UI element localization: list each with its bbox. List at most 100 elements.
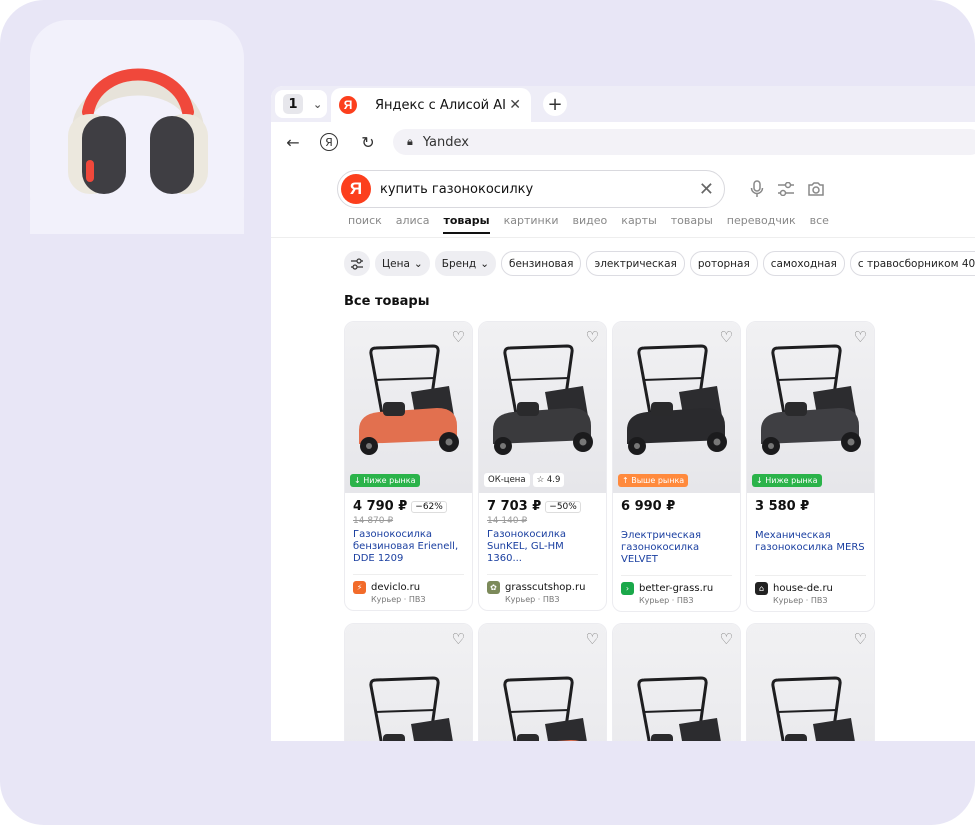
product-title[interactable]: Газонокосилка бензиновая Erienell, DDE 1…	[345, 526, 472, 568]
heart-icon[interactable]: ♡	[720, 328, 733, 346]
reload-icon[interactable]: ↻	[358, 132, 378, 152]
product-card[interactable]: ♡ ↑ Выше рынка 6 990 ₽ Электрическая газ…	[612, 321, 741, 612]
navigation-bar: ← Я ↻ 🔒︎ Yandex	[271, 122, 975, 162]
filter-chip[interactable]: самоходная	[762, 251, 845, 276]
shop-name: deviclo.ru	[371, 582, 421, 593]
rating-badge: ☆ 4.9	[532, 473, 565, 487]
tab-bar: 1 ⌄ Я Яндекс с Алисой AI ✕ +	[271, 86, 975, 122]
chevron-down-icon: ⌄	[413, 257, 423, 270]
lawn-mower-image	[369, 676, 453, 741]
product-card[interactable]: ♡	[344, 623, 473, 741]
tab-search[interactable]: поиск	[348, 214, 382, 227]
filter-chip[interactable]: бензиновая	[501, 251, 582, 276]
shop-name: better-grass.ru	[639, 583, 714, 594]
product-card[interactable]: ♡ ↓ Ниже рынка 3 580 ₽ Механическая газо…	[746, 321, 875, 612]
shop-info[interactable]: ⌂ house-de.ru	[747, 576, 874, 595]
tab-translator[interactable]: переводчик	[727, 214, 796, 227]
tab-alisa[interactable]: алиса	[396, 214, 430, 227]
filter-bar: Цена ⌄ Бренд ⌄ бензиновая электрическая ро…	[344, 251, 975, 276]
tab-goods-active[interactable]: товары	[443, 214, 490, 234]
lawn-mower-image	[637, 676, 721, 741]
tab-goods[interactable]: товары	[671, 214, 713, 227]
lock-icon: 🔒︎	[407, 135, 413, 148]
heart-icon[interactable]: ♡	[452, 328, 465, 346]
brand-filter[interactable]: Бренд ⌄	[434, 251, 496, 276]
microphone-icon[interactable]	[748, 180, 766, 198]
product-image: ♡	[613, 624, 740, 741]
heart-icon[interactable]: ♡	[854, 328, 867, 346]
price-filter-label: Цена	[382, 257, 410, 270]
lawn-mower-image	[761, 344, 861, 455]
delivery-info: Курьер · ПВЗ	[773, 596, 828, 605]
tab-title: Яндекс с Алисой AI	[375, 97, 506, 113]
heart-icon[interactable]: ♡	[452, 630, 465, 648]
shop-info[interactable]: ✿ grasscutshop.ru	[479, 575, 606, 594]
heart-icon[interactable]: ♡	[586, 328, 599, 346]
price-badge: ↓ Ниже рынка	[350, 474, 420, 487]
product-card[interactable]: ♡	[612, 623, 741, 741]
shop-name: house-de.ru	[773, 583, 833, 594]
lawn-mower-image	[627, 344, 727, 455]
filter-chip[interactable]: с травосборником 40 л	[849, 251, 975, 276]
lawn-mower-image	[771, 676, 855, 741]
product-image: ♡ ↓ Ниже рынка	[345, 322, 472, 493]
tab-maps[interactable]: карты	[621, 214, 656, 227]
ok-price-badge: ОК-цена	[484, 473, 530, 487]
service-tabs: поиск алиса товары картинки видео карты …	[348, 214, 829, 234]
tab-active[interactable]: Я Яндекс с Алисой AI ✕	[331, 88, 531, 122]
product-title[interactable]: Электрическая газонокосилка VELVET	[613, 527, 740, 569]
tab-all[interactable]: все	[810, 214, 829, 227]
product-title[interactable]: Механическая газонокосилка MERS	[747, 527, 874, 569]
shop-info[interactable]: ⚡ deviclo.ru	[345, 575, 472, 594]
new-tab-button[interactable]: +	[543, 92, 567, 116]
filter-chip[interactable]: роторная	[689, 251, 758, 276]
product-price: 7 703 ₽	[487, 499, 542, 514]
shop-logo-icon: ⚡	[353, 581, 366, 594]
product-image: ♡ ↑ Выше рынка	[613, 322, 740, 493]
close-icon[interactable]: ✕	[509, 97, 521, 113]
product-card[interactable]: ♡	[478, 623, 607, 741]
headphones-icon	[68, 68, 208, 194]
tab-counter[interactable]: 1 ⌄	[275, 90, 327, 118]
clear-icon[interactable]: ✕	[699, 179, 714, 200]
product-image: ♡	[345, 624, 472, 741]
settings-sliders-icon[interactable]	[777, 180, 795, 198]
search-bar[interactable]: Я купить газонокосилку ✕	[337, 170, 725, 208]
product-card[interactable]: ♡	[746, 623, 875, 741]
shop-logo-icon: ›	[621, 582, 634, 595]
product-card[interactable]: ♡ ОК-цена ☆ 4.9 7 703 ₽ −50% 14 140 ₽ Газо…	[478, 321, 607, 611]
camera-search-icon[interactable]	[807, 180, 825, 198]
delivery-info: Курьер · ПВЗ	[371, 595, 426, 604]
yandex-home-icon[interactable]: Я	[320, 133, 338, 151]
filter-settings-button[interactable]	[344, 251, 370, 276]
tab-count: 1	[283, 94, 303, 114]
product-price: 3 580 ₽	[755, 499, 810, 514]
product-image: ♡ ↓ Ниже рынка	[747, 322, 874, 493]
shop-info[interactable]: › better-grass.ru	[613, 576, 740, 595]
tab-images[interactable]: картинки	[504, 214, 559, 227]
back-arrow-icon[interactable]: ←	[283, 132, 303, 152]
shop-name: grasscutshop.ru	[505, 582, 586, 593]
page-frame: 1 ⌄ Я Яндекс с Алисой AI ✕ + ← Я ↻ 🔒︎ Ya…	[0, 0, 975, 825]
shop-logo-icon: ⌂	[755, 582, 768, 595]
filter-chip[interactable]: электрическая	[586, 251, 685, 276]
price-badge: ↑ Выше рынка	[618, 474, 689, 487]
lawn-mower-image	[503, 676, 587, 741]
browser-window: 1 ⌄ Я Яндекс с Алисой AI ✕ + ← Я ↻ 🔒︎ Ya…	[271, 86, 975, 741]
discount-badge: −62%	[411, 500, 447, 513]
address-bar[interactable]: 🔒︎ Yandex	[393, 129, 975, 155]
product-image: ♡	[747, 624, 874, 741]
product-card[interactable]: ♡ ↓ Ниже рынка 4 790 ₽ −62% 14 870 ₽ Газо…	[344, 321, 473, 611]
filter-icon	[351, 257, 363, 270]
product-title[interactable]: Газонокосилка SunKEL, GL-HM 1360...	[479, 526, 606, 568]
heart-icon[interactable]: ♡	[720, 630, 733, 648]
search-input[interactable]: купить газонокосилку	[380, 182, 699, 197]
yandex-logo-icon: Я	[339, 96, 357, 114]
price-filter[interactable]: Цена ⌄	[375, 251, 430, 276]
chevron-down-icon: ⌄	[313, 97, 323, 111]
heart-icon[interactable]: ♡	[854, 630, 867, 648]
tab-video[interactable]: видео	[573, 214, 608, 227]
price-badge: ↓ Ниже рынка	[752, 474, 822, 487]
delivery-info: Курьер · ПВЗ	[639, 596, 694, 605]
heart-icon[interactable]: ♡	[586, 630, 599, 648]
